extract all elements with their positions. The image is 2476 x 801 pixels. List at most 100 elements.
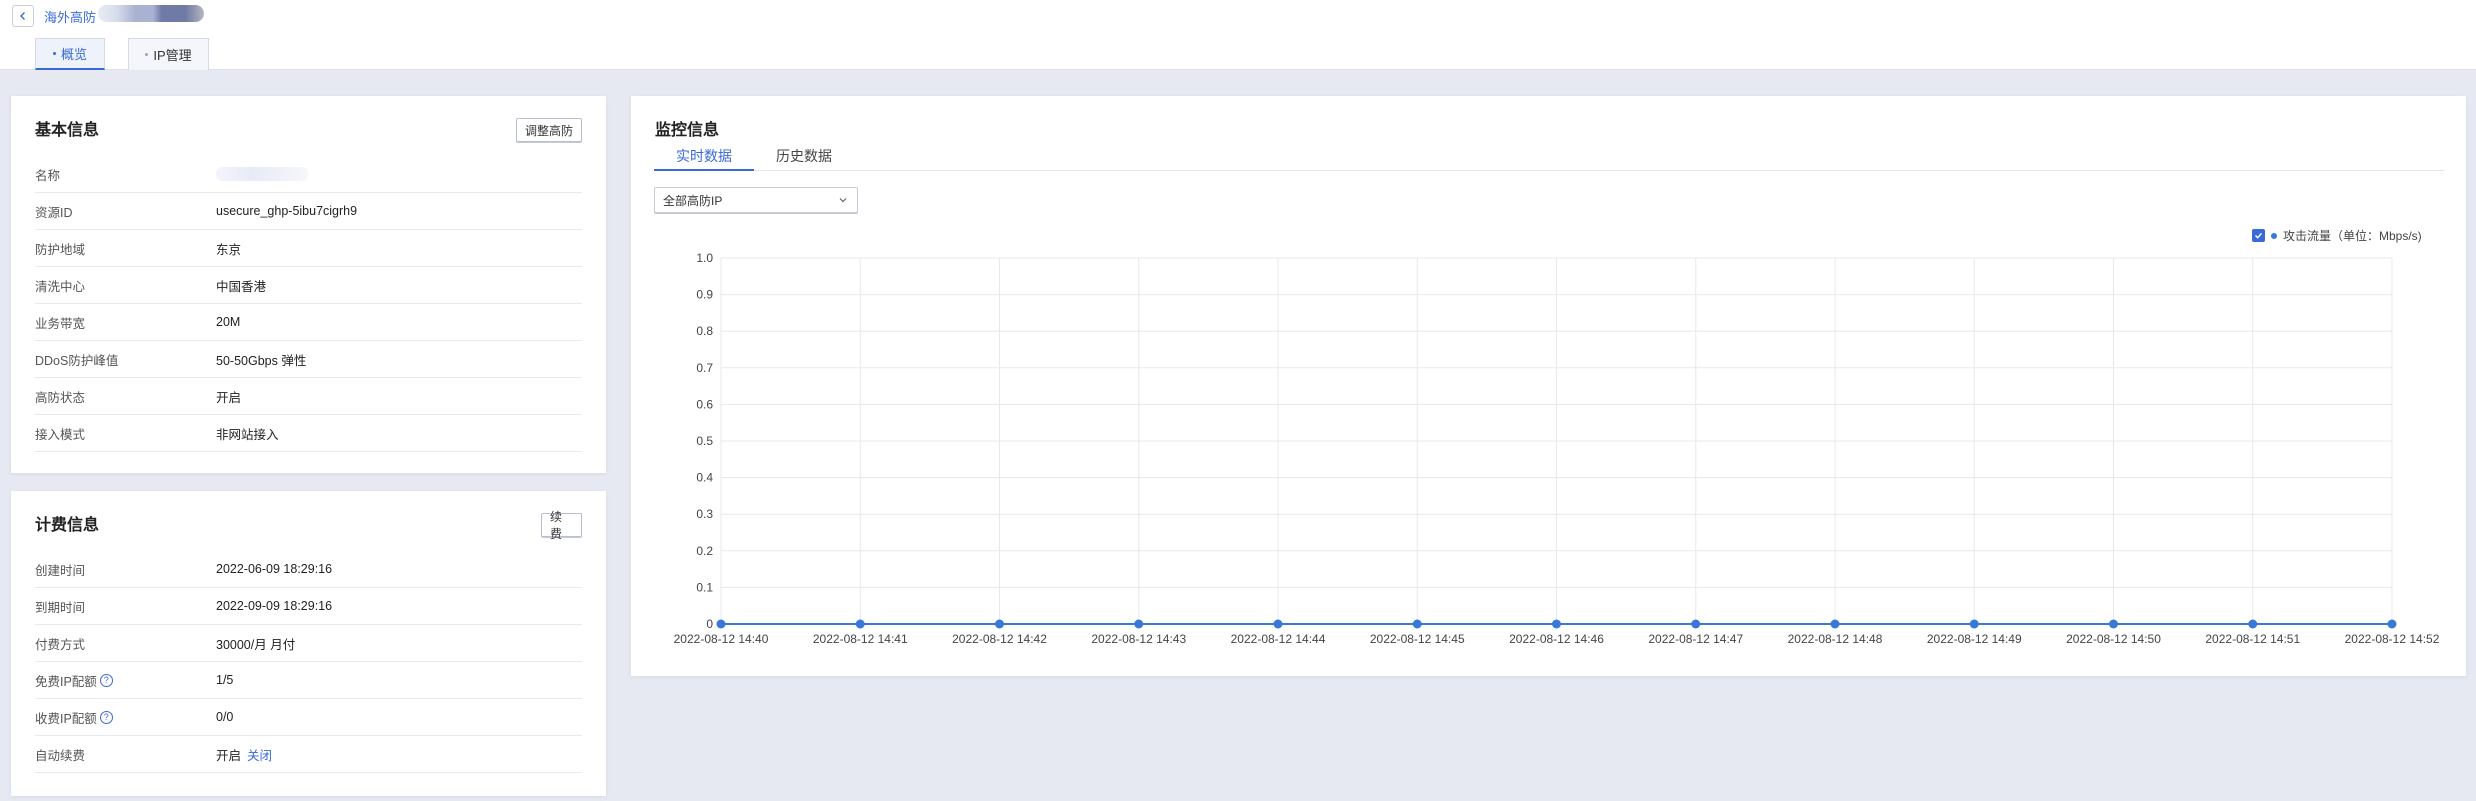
y-tick-label: 0.5 — [696, 434, 713, 448]
adjust-protection-button[interactable]: 调整高防 — [516, 118, 582, 142]
row-label: 防护地域 — [35, 242, 86, 257]
y-tick-label: 0.2 — [696, 544, 713, 558]
row-value: 2022-06-09 18:29:16 — [216, 562, 333, 576]
data-point — [995, 619, 1004, 629]
data-point — [1412, 619, 1422, 629]
row-label-text: 收费IP配额 — [35, 711, 97, 726]
x-tick-label: 2022-08-12 14:48 — [1788, 632, 1883, 646]
row-value: 中国香港 — [216, 279, 267, 294]
row-label: 付费方式 — [35, 637, 86, 652]
tab-ip-management[interactable]: IP管理 — [128, 38, 209, 70]
x-tick-label: 2022-08-12 14:45 — [1370, 632, 1465, 646]
tab-dot — [52, 52, 56, 55]
x-tick-label: 2022-08-12 14:40 — [674, 632, 769, 646]
tab-dot — [145, 53, 149, 56]
row-label: 高防状态 — [35, 390, 86, 405]
data-point — [1273, 619, 1283, 629]
x-tick-label: 2022-08-12 14:41 — [813, 632, 908, 646]
row-label: 清洗中心 — [35, 279, 86, 294]
x-tick-label: 2022-08-12 14:51 — [2205, 632, 2300, 646]
basic-info-title: 基本信息 — [35, 122, 100, 139]
help-icon[interactable]: ? — [99, 673, 113, 687]
renew-button[interactable]: 续费 — [541, 510, 582, 541]
row-label: 业务带宽 — [35, 316, 86, 331]
row-label-text: 免费IP配额 — [35, 674, 97, 689]
info-row-access-mode: 接入模式 非网站接入 — [35, 415, 582, 452]
billing-row-payment-method: 付费方式 30000/月 月付 — [35, 625, 582, 662]
tab-label: 概览 — [60, 47, 87, 62]
row-value: 30000/月 月付 — [216, 637, 296, 652]
help-icon[interactable]: ? — [99, 710, 113, 724]
row-value: 1/5 — [216, 673, 234, 687]
row-label: 创建时间 — [35, 563, 86, 578]
breadcrumb-redacted-name — [98, 5, 204, 22]
x-tick-label: 2022-08-12 14:44 — [1231, 632, 1326, 646]
billing-row-paid-ip-quota: 收费IP配额 ? 0/0 — [35, 699, 582, 736]
y-tick-label: 0.3 — [696, 507, 713, 521]
tab-label: IP管理 — [153, 48, 192, 63]
info-row-name: 名称 — [35, 156, 582, 193]
y-tick-label: 0.6 — [696, 397, 713, 411]
back-button[interactable] — [12, 5, 34, 27]
billing-info-title: 计费信息 — [35, 517, 100, 534]
info-row-ddos-peak: DDoS防护峰值 50-50Gbps 弹性 — [35, 341, 582, 378]
tab-overview[interactable]: 概览 — [35, 38, 105, 70]
row-label: 名称 — [35, 168, 61, 183]
data-point — [1552, 619, 1561, 629]
row-value: 东京 — [216, 242, 242, 257]
data-point — [855, 619, 865, 629]
disable-auto-renew-link[interactable]: 关闭 — [247, 745, 272, 764]
row-value: 2022-09-09 18:29:16 — [216, 599, 333, 613]
row-value: 开启 — [216, 748, 242, 763]
x-tick-label: 2022-08-12 14:43 — [1091, 632, 1186, 646]
x-tick-label: 2022-08-12 14:47 — [1648, 632, 1743, 646]
chevron-left-icon — [20, 12, 25, 20]
row-label: 资源ID — [35, 205, 73, 220]
row-value: 0/0 — [216, 710, 234, 724]
y-tick-label: 0 — [706, 617, 713, 631]
billing-row-expires: 到期时间 2022-09-09 18:29:16 — [35, 588, 582, 625]
row-label: 接入模式 — [35, 427, 86, 442]
info-row-resource-id: 资源ID usecure_ghp-5ibu7cigrh9 — [35, 193, 582, 230]
breadcrumb[interactable]: 海外高防 — [44, 7, 96, 26]
billing-row-created: 创建时间 2022-06-09 18:29:16 — [35, 551, 582, 588]
info-row-scrubbing-center: 清洗中心 中国香港 — [35, 267, 582, 304]
y-tick-label: 0.1 — [696, 580, 713, 594]
top-bar: 海外高防 概览 IP管理 — [0, 0, 2476, 70]
y-tick-label: 0.4 — [696, 471, 713, 485]
data-point — [1691, 619, 1701, 629]
data-point — [1830, 619, 1840, 629]
y-tick-label: 0.9 — [696, 288, 713, 302]
data-point — [716, 619, 726, 629]
data-point — [1969, 619, 1979, 629]
billing-info-list: 创建时间 2022-06-09 18:29:16 到期时间 2022-09-09… — [35, 551, 582, 773]
info-row-bandwidth: 业务带宽 20M — [35, 304, 582, 341]
row-label: DDoS防护峰值 — [35, 353, 119, 368]
attack-traffic-chart: 0 0.1 0.2 0.3 0.4 0.5 0.6 0.7 0.8 0.9 1.0 2022-08-1… — [674, 251, 2440, 646]
x-tick-label: 2022-08-12 14:49 — [1927, 632, 2022, 646]
y-tick-label: 1.0 — [696, 251, 713, 265]
row-value: 开启 — [216, 390, 242, 405]
row-label: 收费IP配额 ? — [35, 708, 216, 727]
row-label: 自动续费 — [35, 748, 86, 763]
billing-row-auto-renew: 自动续费 开启 关闭 — [35, 736, 582, 773]
data-point — [1134, 619, 1144, 629]
data-point — [2248, 619, 2258, 629]
row-value: 20M — [216, 315, 241, 329]
data-point — [2387, 619, 2397, 629]
monitor-card: 监控信息 实时数据 历史数据 全部高防IP 攻击流量（单位：Mbps/s) 00… — [631, 96, 2466, 676]
x-tick-label: 2022-08-12 14:52 — [2345, 632, 2440, 646]
data-point — [2109, 619, 2118, 629]
basic-info-list: 名称 资源ID usecure_ghp-5ibu7cigrh9 防护地域 东京 … — [35, 156, 582, 452]
row-value: usecure_ghp-5ibu7cigrh9 — [216, 204, 358, 218]
billing-row-free-ip-quota: 免费IP配额 ? 1/5 — [35, 662, 582, 699]
y-tick-label: 0.7 — [696, 361, 713, 375]
basic-info-card: 基本信息 调整高防 名称 资源ID usecure_ghp-5ibu7cigrh… — [11, 96, 606, 473]
x-tick-label: 2022-08-12 14:50 — [2066, 632, 2161, 646]
info-row-region: 防护地域 东京 — [35, 230, 582, 267]
x-tick-label: 2022-08-12 14:46 — [1509, 632, 1604, 646]
y-tick-label: 0.8 — [696, 324, 713, 338]
row-value: 非网站接入 — [216, 427, 279, 442]
redacted-name-value — [216, 167, 308, 181]
info-row-protection-status: 高防状态 开启 — [35, 378, 582, 415]
